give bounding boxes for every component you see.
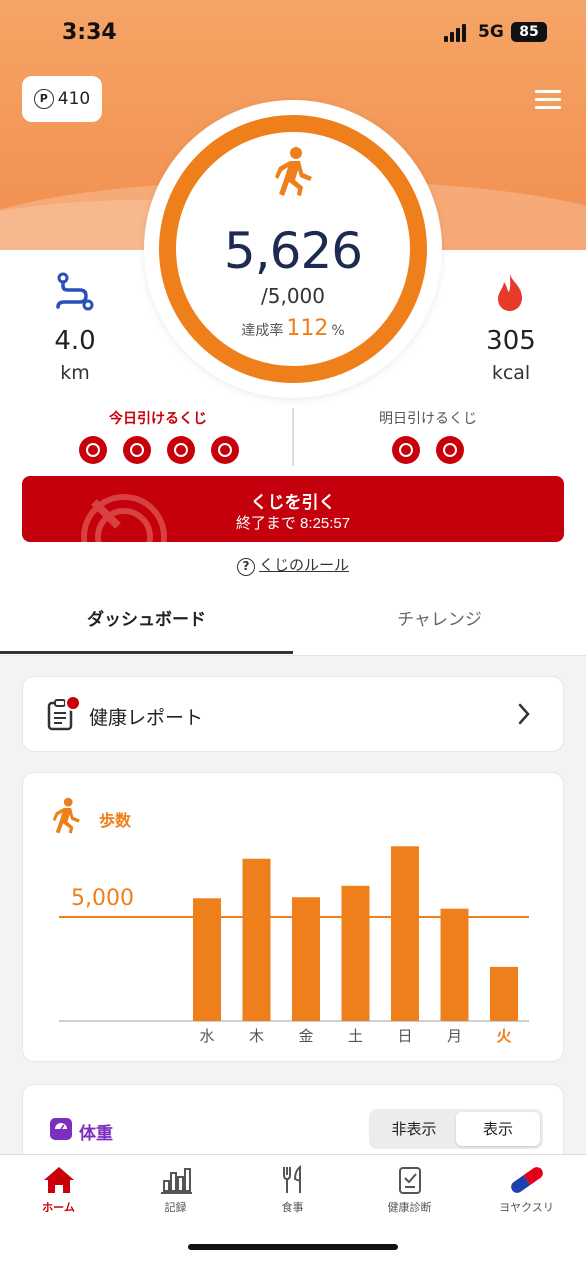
chart-tick-label: 土 — [348, 1027, 363, 1045]
chart-tick-label: 火 — [496, 1027, 512, 1045]
lottery-countdown: 終了まで 8:25:57 — [235, 515, 351, 532]
lottery-ticket-icon — [167, 436, 195, 464]
nav-home-label: ホーム — [42, 1201, 75, 1214]
nav-health-check-label: 健康診断 — [387, 1201, 432, 1214]
network-label: 5G — [478, 22, 504, 42]
distance-unit: km — [60, 362, 90, 384]
chart-bar — [490, 966, 518, 1021]
lottery-ticket-icon — [392, 436, 420, 464]
nav-records[interactable]: 記録 — [117, 1165, 234, 1225]
chart-tick-label: 月 — [447, 1027, 462, 1045]
chevron-right-icon — [518, 703, 530, 725]
tab-dashboard[interactable]: ダッシュボード — [0, 594, 293, 654]
distance-value: 4.0 — [54, 326, 96, 356]
nav-yoyakusuri[interactable]: ヨヤクスリ — [468, 1165, 585, 1225]
lottery-ticket-icon — [79, 436, 107, 464]
signal-icon — [444, 24, 470, 42]
nav-yoyakusuri-label: ヨヤクスリ — [499, 1201, 554, 1214]
today-lottery-label: 今日引けるくじ — [109, 411, 207, 427]
nav-home[interactable]: ホーム — [0, 1165, 117, 1225]
points-icon: P — [33, 89, 54, 109]
tab-bar: ダッシュボード チャレンジ — [0, 594, 586, 656]
battery-icon: 85 — [511, 22, 547, 42]
chart-bar — [440, 908, 469, 1021]
achievement-unit: % — [331, 323, 345, 339]
lottery-rules-text: くじのルール — [258, 556, 349, 574]
points-value: 410 — [57, 89, 91, 109]
hide-option[interactable]: 非表示 — [372, 1112, 456, 1146]
health-report-label: 健康レポート — [89, 707, 204, 729]
chart-reference-label: 5,000 — [71, 886, 134, 911]
bottom-navigation: ホーム 記録 食事 健康診断 ヨヤクスリ — [0, 1154, 586, 1267]
flame-icon — [498, 274, 522, 311]
achievement-label: 達成率 — [241, 323, 284, 339]
health-report-card[interactable]: 健康レポート — [22, 676, 564, 752]
tomorrow-lottery-label: 明日引けるくじ — [379, 411, 477, 427]
steps-card[interactable]: 歩数 水木金土日月火 5,000 — [22, 772, 564, 1062]
draw-lottery-button[interactable]: くじを引く 終了まで 8:25:57 — [22, 476, 564, 542]
visibility-toggle: 非表示 表示 — [369, 1109, 543, 1149]
draw-lottery-label: くじを引く — [250, 493, 336, 512]
clipboard-check-icon — [398, 1167, 421, 1194]
lottery-ticket-icon — [436, 436, 464, 464]
lottery-ticket-icon — [123, 436, 151, 464]
lottery-rules-link[interactable]: ? くじのルール — [0, 554, 586, 576]
nav-meals[interactable]: 食事 — [234, 1165, 351, 1225]
chart-bar — [391, 846, 419, 1021]
hamburger-menu-icon[interactable] — [535, 90, 561, 110]
home-icon — [43, 1167, 74, 1193]
notification-dot — [65, 695, 81, 711]
chart-bar — [242, 858, 271, 1021]
steps-bar-chart: 水 木 金 土 日 月 火 5,000 — [59, 846, 529, 1045]
nav-records-label: 記録 — [164, 1201, 187, 1214]
chart-tick-label: 水 — [199, 1027, 214, 1045]
status-time: 3:34 — [62, 20, 117, 45]
help-icon: ? — [236, 558, 255, 576]
chart-bar — [341, 885, 370, 1021]
lottery-ticket-icon — [211, 436, 239, 464]
tab-challenge[interactable]: チャレンジ — [293, 594, 586, 654]
achievement-value: 112 — [286, 316, 329, 341]
chart-tick-label: 金 — [298, 1027, 313, 1045]
status-bar: 3:34 5G 85 — [0, 18, 586, 50]
calories-unit: kcal — [491, 362, 531, 384]
fork-knife-icon — [282, 1165, 301, 1193]
bar-chart-icon — [160, 1168, 192, 1194]
chart-bar — [292, 897, 320, 1021]
calories-value: 305 — [486, 326, 536, 356]
chart-tick-label: 木 — [249, 1027, 264, 1045]
walking-icon — [275, 147, 312, 196]
nav-health-check[interactable]: 健康診断 — [351, 1165, 468, 1225]
show-option[interactable]: 表示 — [456, 1112, 540, 1146]
pill-icon — [510, 1167, 543, 1193]
lottery-divider — [292, 408, 294, 466]
distance-icon — [56, 272, 94, 311]
points-badge[interactable]: P 410 — [22, 76, 102, 122]
weight-card-title: 体重 — [79, 1124, 113, 1144]
scale-icon — [50, 1118, 72, 1140]
home-indicator — [188, 1244, 398, 1250]
chart-tick-label: 日 — [397, 1027, 412, 1045]
nav-meals-label: 食事 — [281, 1201, 304, 1214]
